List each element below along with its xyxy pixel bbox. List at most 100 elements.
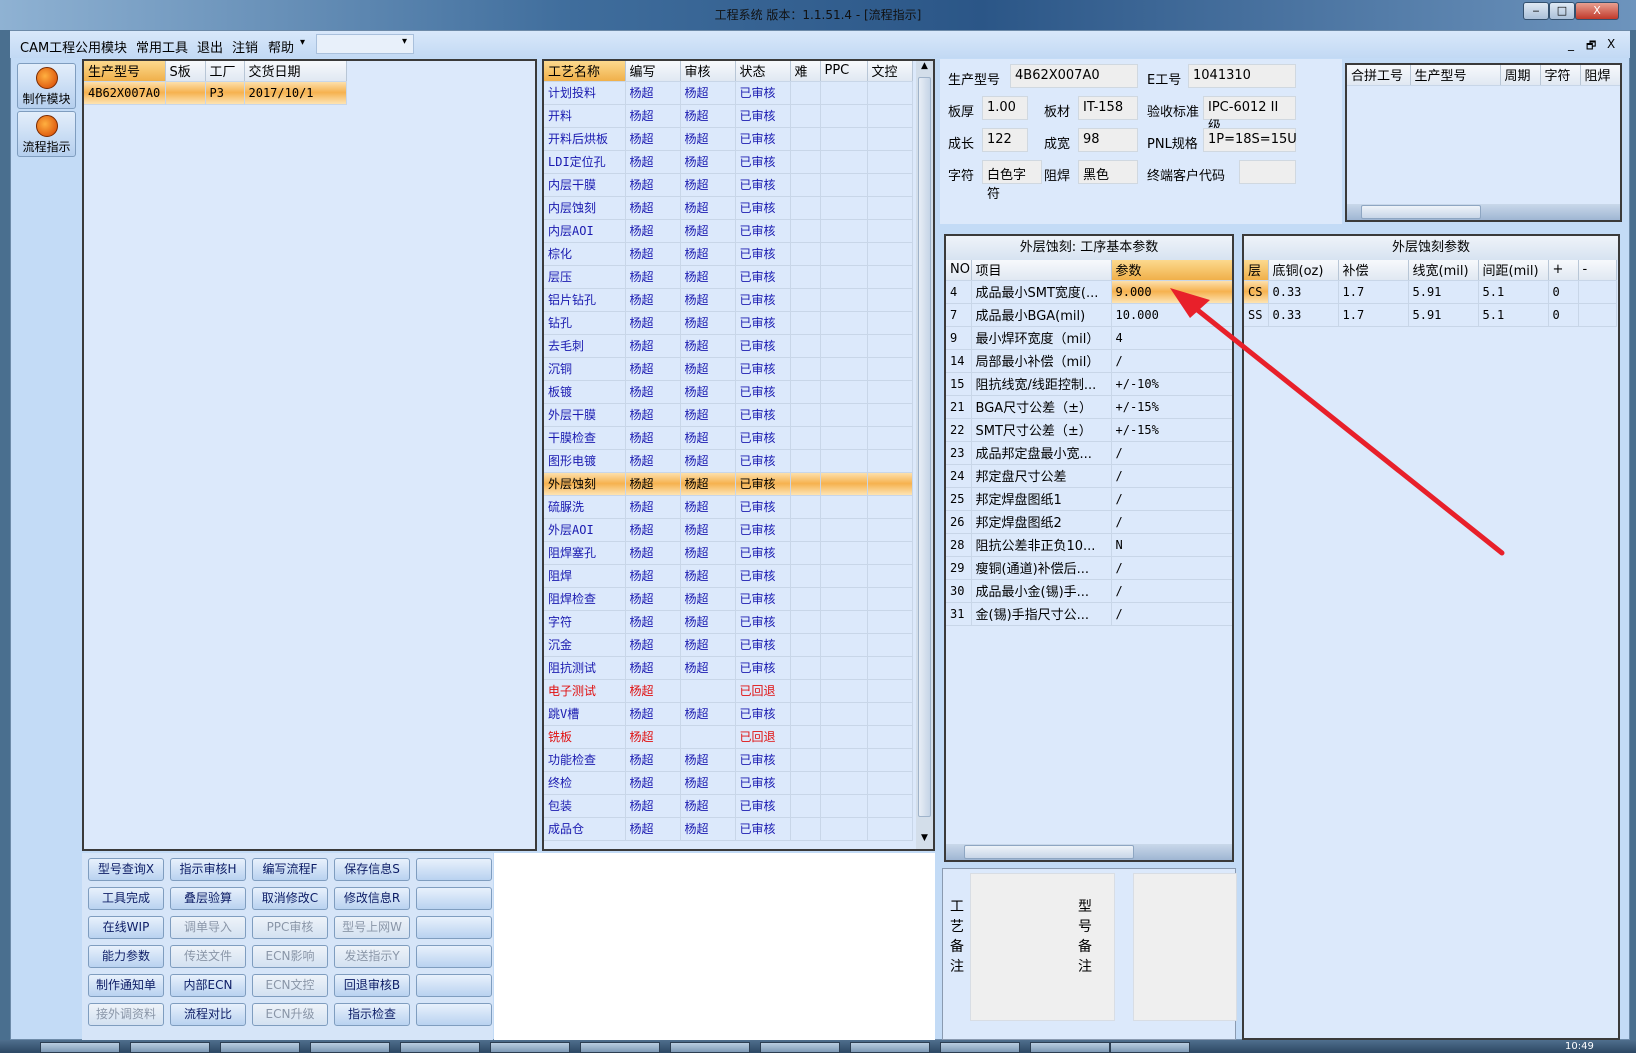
column-header[interactable]: 难 — [790, 61, 821, 82]
column-header[interactable]: 线宽(mil) — [1408, 260, 1479, 281]
material-field[interactable]: IT-158 — [1078, 96, 1138, 120]
function-button[interactable] — [416, 974, 492, 997]
column-header[interactable]: - — [1578, 260, 1617, 281]
taskbar-app[interactable] — [220, 1042, 300, 1053]
function-button[interactable]: 指示检查 — [334, 1003, 410, 1026]
function-button[interactable]: ECN文控 — [252, 974, 328, 997]
process-scrollbar[interactable]: ▲ ▼ — [916, 61, 933, 849]
table-row[interactable]: 沉铜 杨超 杨超 已审核 — [544, 357, 913, 381]
function-button[interactable]: 制作通知单 — [88, 974, 164, 997]
taskbar-app[interactable] — [130, 1042, 210, 1053]
function-button[interactable]: 编写流程F — [252, 858, 328, 881]
table-row[interactable]: 26 邦定焊盘图纸2/ — [946, 510, 1232, 534]
table-row[interactable]: 板镀 杨超 杨超 已审核 — [544, 380, 913, 404]
model-notes-textarea[interactable] — [1133, 873, 1237, 1021]
function-button[interactable] — [416, 887, 492, 910]
table-row[interactable]: 外层蚀刻 杨超 杨超 已审核 — [544, 472, 913, 496]
table-row[interactable]: 14 局部最小补偿（mil） / — [946, 349, 1232, 373]
function-button[interactable]: 能力参数 — [88, 945, 164, 968]
process-notes-textarea[interactable] — [970, 873, 1115, 1021]
function-button[interactable]: 修改信息R — [334, 887, 410, 910]
function-button[interactable]: 保存信息S — [334, 858, 410, 881]
thickness-field[interactable]: 1.00 — [982, 96, 1028, 120]
taskbar-app[interactable] — [940, 1042, 1020, 1053]
function-button[interactable]: 型号查询X — [88, 858, 164, 881]
column-header[interactable]: 编写 — [625, 61, 681, 82]
silkscreen-field[interactable]: 白色字符 — [982, 160, 1042, 202]
function-button[interactable]: 取消修改C — [252, 887, 328, 910]
column-header[interactable]: 补偿 — [1338, 260, 1409, 281]
table-row[interactable]: 30 成品最小金(锡)手... / — [946, 579, 1232, 603]
table-row[interactable]: 29 瘦铜(通道)补偿后... / — [946, 556, 1232, 580]
column-header[interactable]: 交货日期 — [244, 61, 347, 82]
table-row[interactable]: 层压 杨超 杨超 已审核 — [544, 265, 913, 289]
table-row[interactable]: 15 阻抗线宽/线距控制... +/-10% — [946, 372, 1232, 396]
table-row[interactable]: 开料 杨超 杨超 已审核 — [544, 104, 913, 128]
menu-logout[interactable]: 注销 — [232, 37, 258, 56]
width-field[interactable]: 98 — [1078, 128, 1138, 152]
table-row[interactable]: 棕化 杨超 杨超 已审核 — [544, 242, 913, 266]
table-row[interactable]: 9 最小焊环宽度（mil） 4 — [946, 326, 1232, 350]
taskbar-app[interactable] — [850, 1042, 930, 1053]
column-header[interactable]: 周期 — [1500, 65, 1541, 86]
taskbar-app[interactable] — [310, 1042, 390, 1053]
table-row[interactable]: 24 邦定盘尺寸公差 / — [946, 464, 1232, 488]
table-row[interactable]: 钻孔 杨超 杨超 已审核 — [544, 311, 913, 335]
table-row[interactable]: 内层干膜 杨超 杨超 已审核 — [544, 173, 913, 197]
column-header[interactable]: 层 — [1244, 260, 1269, 281]
table-row[interactable]: 31 金(锡)手指尺寸公... / — [946, 602, 1232, 626]
table-row[interactable]: 终检 杨超 杨超 已审核 — [544, 771, 913, 795]
function-button[interactable]: 在线WIP — [88, 916, 164, 939]
menu-common-tools[interactable]: 常用工具 — [136, 37, 188, 56]
column-header[interactable]: 阻焊 — [1580, 65, 1620, 86]
table-row[interactable]: 25 邦定焊盘图纸1/ — [946, 487, 1232, 511]
table-row[interactable]: 阻焊塞孔 杨超 杨超 已审核 — [544, 541, 913, 565]
minimize-button[interactable]: ‒ — [1523, 2, 1549, 20]
table-row[interactable]: 成品仓 杨超 杨超 已审核 — [544, 817, 913, 841]
function-button[interactable]: 工具完成 — [88, 887, 164, 910]
table-row[interactable]: 内层蚀刻 杨超 杨超 已审核 — [544, 196, 913, 220]
eno-field[interactable]: 1041310 — [1188, 64, 1296, 88]
column-header[interactable]: 间距(mil) — [1478, 260, 1549, 281]
table-row[interactable]: 去毛刺 杨超 杨超 已审核 — [544, 334, 913, 358]
merge-hscrollbar[interactable] — [1347, 204, 1620, 220]
taskbar-app[interactable] — [670, 1042, 750, 1053]
column-header[interactable]: 参数 — [1111, 260, 1232, 281]
taskbar-app[interactable] — [1110, 1042, 1190, 1053]
table-row[interactable]: 电子测试 杨超 已回退 — [544, 679, 913, 703]
table-row[interactable]: 外层干膜 杨超 杨超 已审核 — [544, 403, 913, 427]
column-header[interactable]: 生产型号 — [1410, 65, 1501, 86]
scroll-thumb[interactable] — [964, 845, 1134, 859]
table-row[interactable]: 铝片钻孔 杨超 杨超 已审核 — [544, 288, 913, 312]
function-button[interactable]: ECN影响 — [252, 945, 328, 968]
column-header[interactable]: + — [1548, 260, 1579, 281]
length-field[interactable]: 122 — [982, 128, 1028, 152]
table-row[interactable]: CS 0.33 1.7 5.91 5.1 0 — [1244, 280, 1617, 304]
function-button[interactable]: 叠层验算 — [170, 887, 246, 910]
menu-combo-box[interactable]: ▾ — [316, 34, 414, 54]
column-header[interactable]: 工厂 — [205, 61, 245, 82]
table-row[interactable]: 21 BGA尺寸公差（±） +/-15% — [946, 395, 1232, 419]
column-header[interactable]: 审核 — [680, 61, 736, 82]
column-header[interactable]: PPC — [820, 61, 868, 82]
table-row[interactable]: 内层AOI 杨超 杨超 已审核 — [544, 219, 913, 243]
table-row[interactable]: 外层AOI 杨超 杨超 已审核 — [544, 518, 913, 542]
close-button[interactable]: X — [1575, 2, 1619, 20]
function-button[interactable] — [416, 858, 492, 881]
taskbar-app[interactable] — [1030, 1042, 1110, 1053]
column-header[interactable]: NO — [946, 260, 972, 281]
column-header[interactable]: 工艺名称 — [544, 61, 626, 82]
table-row[interactable]: 跳V槽 杨超 杨超 已审核 — [544, 702, 913, 726]
function-button[interactable] — [416, 945, 492, 968]
function-button[interactable]: 回退审核B — [334, 974, 410, 997]
menu-overflow-icon[interactable]: ▾ — [300, 37, 305, 48]
function-button[interactable]: 调单导入 — [170, 916, 246, 939]
table-row[interactable]: 阻焊检查 杨超 杨超 已审核 — [544, 587, 913, 611]
table-row[interactable]: 图形电镀 杨超 杨超 已审核 — [544, 449, 913, 473]
mdi-minimize-button[interactable]: _ — [1568, 37, 1574, 51]
table-row[interactable]: 功能检查 杨超 杨超 已审核 — [544, 748, 913, 772]
taskbar-app[interactable] — [40, 1042, 120, 1053]
table-row[interactable]: 7 成品最小BGA(mil) 10.000 — [946, 303, 1232, 327]
table-row[interactable]: 沉金 杨超 杨超 已审核 — [544, 633, 913, 657]
maximize-button[interactable]: □ — [1549, 2, 1575, 20]
